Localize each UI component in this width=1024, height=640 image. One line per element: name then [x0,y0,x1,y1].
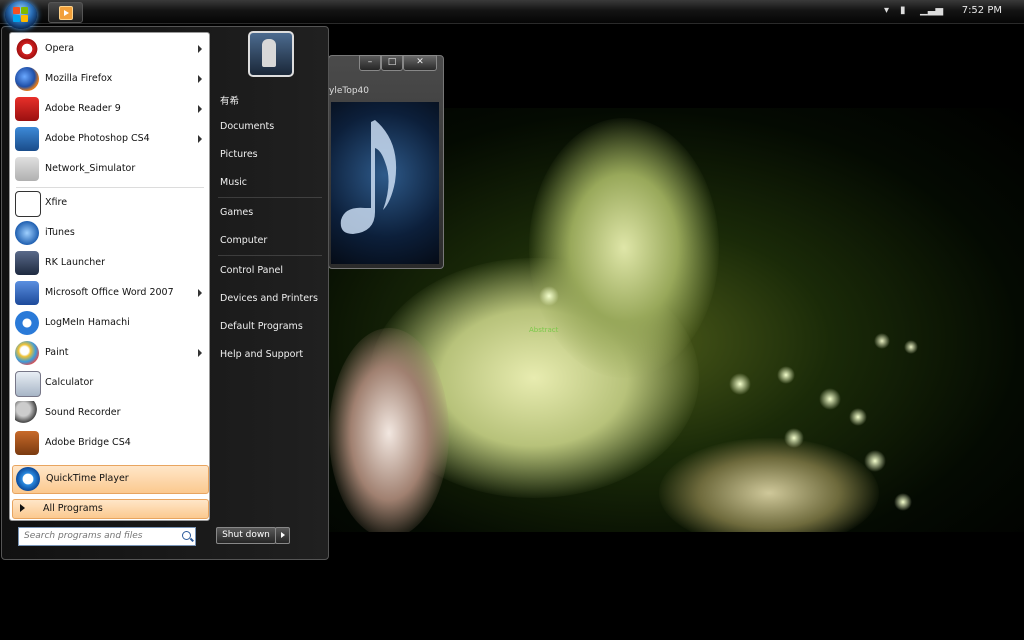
program-itunes[interactable]: iTunes [12,219,207,248]
right-item-computer[interactable]: Computer [220,235,267,246]
program-label: Paint [45,347,69,358]
signal-icon[interactable]: ▁▃▅ [920,5,943,16]
chevron-right-icon [198,105,202,113]
program-hamachi[interactable]: LogMeIn Hamachi [12,309,207,338]
program-label: RK Launcher [45,257,106,268]
shutdown-button[interactable]: Shut down [216,527,276,544]
bridge-icon [15,431,39,455]
chevron-right-icon [198,349,202,357]
media-player-window[interactable]: – □ ✕ yleTop40 [328,55,444,269]
program-label: Xfire [45,197,68,208]
media-display [331,102,439,264]
window-title: yleTop40 [329,86,370,96]
itunes-icon [15,221,39,245]
start-button[interactable] [5,1,37,29]
battery-icon[interactable]: ▮ [900,5,906,16]
program-photoshop[interactable]: Adobe Photoshop CS4 [12,125,207,154]
rk-launcher-icon [15,251,39,275]
search-input[interactable] [24,531,174,541]
taskbar: ▾ ▮ ▁▃▅ 7:52 PM [0,0,1024,24]
program-label: QuickTime Player [46,473,129,484]
firefox-icon [15,67,39,91]
chevron-right-icon [198,75,202,83]
opera-icon [15,37,39,61]
chevron-right-icon [198,289,202,297]
program-label: Adobe Bridge CS4 [45,437,131,448]
photoshop-icon [15,127,39,151]
right-item-documents[interactable]: Documents [220,121,274,132]
clock[interactable]: 7:52 PM [962,5,1002,16]
menu-separator [16,187,204,188]
program-label: Opera [45,43,75,54]
program-label: Mozilla Firefox [45,73,113,84]
right-item-default-programs[interactable]: Default Programs [220,321,303,332]
maximize-button[interactable]: □ [381,55,403,71]
music-note-icon [340,120,397,234]
close-button[interactable]: ✕ [403,55,437,71]
programs-pane: Opera Mozilla Firefox Adobe Reader 9 Ado… [9,32,210,521]
all-programs-button[interactable]: All Programs [12,499,209,519]
start-menu: Opera Mozilla Firefox Adobe Reader 9 Ado… [1,26,329,560]
program-network-simulator[interactable]: Network_Simulator [12,155,207,184]
program-firefox[interactable]: Mozilla Firefox [12,65,207,94]
windows-logo-icon [13,7,29,23]
program-label: Adobe Reader 9 [45,103,121,114]
program-rk-launcher[interactable]: RK Launcher [12,249,207,278]
program-label: LogMeIn Hamachi [45,317,130,328]
hamachi-icon [15,311,39,335]
xfire-icon [15,191,41,217]
minimize-button[interactable]: – [359,55,381,71]
program-adobe-reader[interactable]: Adobe Reader 9 [12,95,207,124]
program-calculator[interactable]: Calculator [12,369,207,398]
right-item-games[interactable]: Games [220,207,253,218]
menu-separator [218,197,322,198]
program-label: Network_Simulator [45,163,136,174]
quicktime-icon [16,467,40,491]
right-item-user[interactable]: 有希 [220,93,239,107]
chevron-up-icon[interactable]: ▾ [884,5,889,16]
media-player-icon [59,6,73,20]
calculator-icon [15,371,41,397]
program-label: Sound Recorder [45,407,121,418]
network-simulator-icon [15,157,39,181]
system-tray: ▾ ▮ ▁▃▅ 7:52 PM [884,0,1024,23]
right-item-devices-printers[interactable]: Devices and Printers [220,293,318,304]
program-quicktime[interactable]: QuickTime Player [12,465,209,494]
microphone-icon [15,401,39,425]
program-word[interactable]: Microsoft Office Word 2007 [12,279,207,308]
program-label: Microsoft Office Word 2007 [45,287,174,298]
user-avatar[interactable] [248,31,294,77]
program-xfire[interactable]: Xfire [12,189,207,218]
program-paint[interactable]: Paint [12,339,207,368]
chevron-right-icon [20,504,25,512]
search-box[interactable] [18,527,196,546]
program-label: Adobe Photoshop CS4 [45,133,150,144]
program-label: iTunes [45,227,75,238]
all-programs-label: All Programs [43,503,103,514]
shutdown-options-button[interactable] [275,527,290,544]
user-figure-icon [262,39,276,67]
right-item-help-support[interactable]: Help and Support [220,349,303,360]
chevron-right-icon [198,45,202,53]
adobe-reader-icon [15,97,39,121]
wallpaper-caption: Abstract [529,326,559,334]
program-sound-recorder[interactable]: Sound Recorder [12,399,207,428]
taskbar-button-media-player[interactable] [48,2,83,23]
right-item-control-panel[interactable]: Control Panel [220,265,283,276]
program-adobe-bridge[interactable]: Adobe Bridge CS4 [12,429,207,458]
paint-icon [15,341,39,365]
search-icon[interactable] [182,531,191,540]
chevron-right-icon [198,135,202,143]
right-item-pictures[interactable]: Pictures [220,149,258,160]
program-label: Calculator [45,377,94,388]
program-opera[interactable]: Opera [12,35,207,64]
right-item-music[interactable]: Music [220,177,247,188]
word-icon [15,281,39,305]
menu-separator [218,255,322,256]
